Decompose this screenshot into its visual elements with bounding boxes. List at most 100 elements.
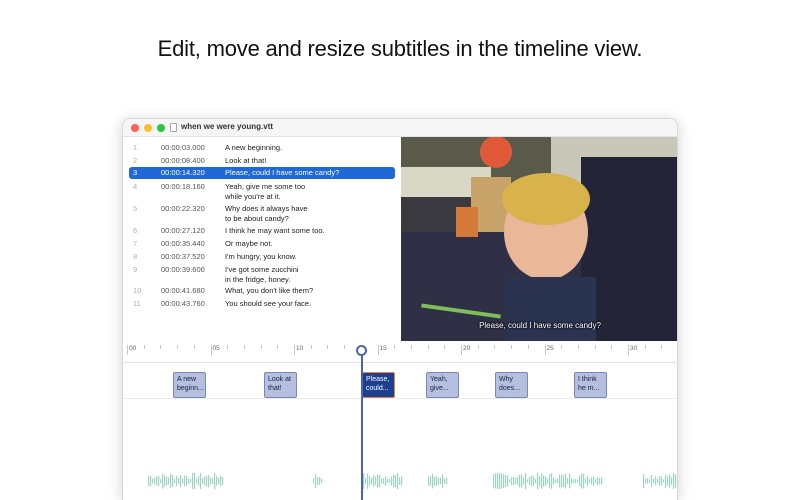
ruler-tick — [594, 345, 596, 349]
video-player[interactable]: Please, could I have some candy? — [401, 137, 677, 341]
subtitle-start-time: 00:00:35.440 — [161, 239, 205, 248]
waveform-bar — [182, 478, 184, 484]
waveform-bar — [158, 475, 160, 487]
waveform-bar — [222, 477, 224, 485]
waveform-bar — [436, 476, 438, 486]
ruler-tick — [477, 345, 479, 349]
minimize-window-button[interactable] — [144, 124, 152, 132]
waveform-bar — [367, 473, 369, 489]
subtitle-row[interactable]: 6 00:00:27.120 I think he may want some to… — [129, 225, 395, 236]
waveform-bar — [601, 477, 603, 485]
waveform-bar — [446, 477, 448, 485]
waveform-bar — [208, 474, 210, 488]
block-text-line: Yeah, — [430, 376, 448, 383]
waveform-bar — [438, 477, 440, 485]
timeline-subtitle-block[interactable]: Yeah, give... — [426, 372, 459, 398]
waveform-bar — [212, 478, 214, 484]
waveform-bar — [393, 474, 395, 488]
waveform-bar — [210, 477, 212, 485]
ruler-label: 25 — [546, 345, 554, 352]
waveform-bar — [176, 476, 178, 486]
waveform-bar — [589, 479, 591, 483]
subtitle-track[interactable]: A new beginn... Look at that! Please, could..… — [123, 369, 677, 399]
ruler-label: 20 — [463, 345, 471, 352]
block-text-line: Look at — [268, 376, 291, 383]
waveform-bar — [432, 473, 434, 489]
timeline-ruler[interactable]: 00 05 10 15 20 25 30 — [123, 341, 677, 363]
ruler-label: 15 — [379, 345, 387, 352]
waveform-bar — [643, 473, 645, 489]
subtitle-row[interactable]: 4 00:00:18.160 Yeah, give me some too while… — [129, 181, 395, 202]
waveform-bar — [317, 477, 319, 485]
ruler-label: 30 — [630, 345, 638, 352]
subtitle-row[interactable]: 3 00:00:14.320 Please, could I have some c… — [129, 167, 395, 179]
subtitle-start-time: 00:00:18.160 — [161, 182, 205, 191]
waveform-bar — [186, 476, 188, 486]
waveform-bar — [599, 477, 601, 485]
waveform-bar — [669, 474, 671, 488]
timeline-subtitle-block[interactable]: Please, could... — [362, 372, 395, 398]
waveform-bar — [497, 472, 499, 490]
subtitle-list[interactable]: 1 00:00:03.000 A new beginning. 2 00:00:08.4… — [123, 137, 401, 342]
waveform-bar — [373, 475, 375, 487]
ruler-label: 00 — [129, 345, 137, 352]
subtitle-row[interactable]: 2 00:00:08.400 Look at that! — [129, 155, 395, 166]
waveform-bar — [579, 475, 581, 487]
waveform-bar — [152, 478, 154, 484]
waveform-bar — [581, 473, 583, 489]
subtitle-start-time: 00:00:41.680 — [161, 286, 205, 295]
waveform-bar — [180, 474, 182, 488]
waveform-bar — [571, 478, 573, 484]
subtitle-number: 8 — [133, 252, 138, 261]
waveform-bar — [391, 476, 393, 486]
waveform-bar — [220, 475, 222, 487]
ruler-tick — [394, 345, 396, 349]
subtitle-row[interactable]: 10 00:00:41.680 What, you don't like them? — [129, 285, 395, 296]
playhead-handle[interactable] — [356, 345, 367, 356]
subtitle-start-time: 00:00:03.000 — [161, 143, 205, 152]
waveform-bar — [313, 478, 315, 484]
ruler-label: 10 — [296, 345, 304, 352]
subtitle-text-line: I think he may want some too. — [225, 226, 325, 235]
subtitle-text-line: I've got some zucchini — [225, 265, 299, 274]
subtitle-row[interactable]: 11 00:00:43.760 You should see your face. — [129, 298, 395, 309]
timeline[interactable]: 00 05 10 15 20 25 30 A new beginn... Look at that… — [123, 341, 677, 500]
waveform-bar — [188, 478, 190, 484]
waveform-bar — [521, 474, 523, 488]
waveform-bar — [160, 478, 162, 484]
subtitle-text-line: You should see your face. — [225, 299, 312, 308]
waveform-bar — [529, 476, 531, 486]
waveform-bar — [557, 478, 559, 484]
waveform-bar — [194, 472, 196, 490]
waveform-bar — [428, 476, 430, 486]
subtitle-row[interactable]: 5 00:00:22.320 Why does it always have to b… — [129, 203, 395, 224]
subtitle-number: 2 — [133, 156, 138, 165]
waveform-bar — [509, 479, 511, 483]
timeline-subtitle-block[interactable]: Look at that! — [264, 372, 297, 398]
subtitle-row[interactable]: 1 00:00:03.000 A new beginning. — [129, 142, 395, 153]
ruler-tick — [227, 345, 229, 349]
waveform-bar — [395, 474, 397, 488]
subtitle-start-time: 00:00:43.760 — [161, 299, 205, 308]
playhead-line[interactable] — [361, 351, 363, 500]
timeline-subtitle-block[interactable]: A new beginn... — [173, 372, 206, 398]
subtitle-row[interactable]: 7 00:00:35.440 Or maybe not. — [129, 238, 395, 249]
subtitle-row[interactable]: 9 00:00:39.600 I've got some zucchini in th… — [129, 264, 395, 285]
timeline-subtitle-block[interactable]: Why does... — [495, 372, 528, 398]
timeline-subtitle-block[interactable]: I think he m... — [574, 372, 607, 398]
waveform-bar — [533, 476, 535, 486]
subtitle-text-line: What, you don't like them? — [225, 286, 314, 295]
maximize-window-button[interactable] — [157, 124, 165, 132]
waveform-bar — [591, 477, 593, 485]
waveform-bar — [593, 476, 595, 486]
ruler-label: 05 — [212, 345, 220, 352]
block-text-line: does... — [499, 384, 521, 392]
waveform-bar — [377, 474, 379, 488]
waveform-bar — [216, 476, 218, 486]
waveform-bar — [218, 477, 220, 485]
video-frame-image — [401, 137, 677, 341]
close-window-button[interactable] — [131, 124, 139, 132]
subtitle-row[interactable]: 8 00:00:37.520 I'm hungry, you know. — [129, 251, 395, 262]
window-title: when we were young.vtt — [181, 122, 274, 131]
waveform-bar — [385, 476, 387, 486]
